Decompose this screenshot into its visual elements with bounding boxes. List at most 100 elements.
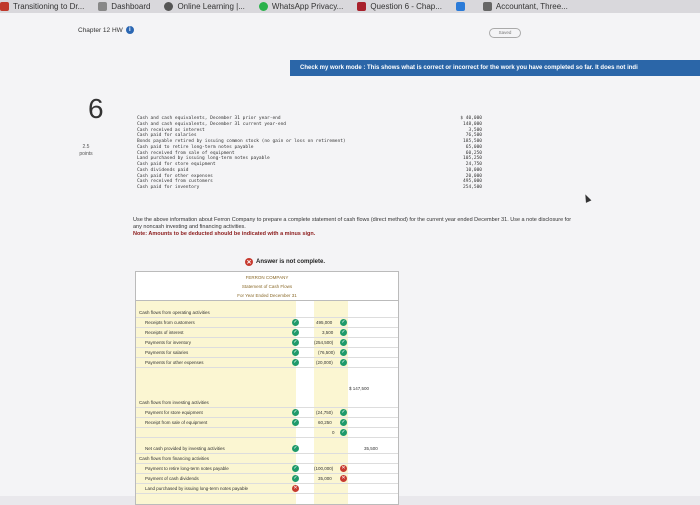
given-label: Cash paid for inventory [137,185,200,190]
row-label: Receipts of interest [145,330,184,335]
question-number: 6 [88,93,104,124]
table-row[interactable]: Receipt from sale of equipment ✓ 60,250 ✓ [136,418,398,428]
statement-title: Statement of Cash Flows [241,284,293,289]
row-label: Payment of cash dividends [145,476,199,481]
statement-period: For Year Ended December 31 [136,292,398,301]
table-row[interactable]: Payment for store equipment ✓ (24,750) ✓ [136,408,398,418]
row-value: 35,000 [318,476,332,481]
points-info: 2.5 points [78,144,94,158]
check-icon: ✓ [292,465,299,472]
bookmark-accountant[interactable]: Accountant, Three... [482,2,568,11]
chapter-title: Chapter 12 HW i [78,26,134,34]
check-icon: ✓ [340,359,347,366]
financing-header-row: Cash flows from financing activities [136,454,398,464]
points-value: 2.5 [82,144,90,150]
operating-header: Cash flows from operating activities [139,310,210,315]
check-my-work-banner: Check my work mode : This shows what is … [290,60,700,76]
check-icon: ✓ [340,319,347,326]
instructions-text: Use the above information about Ferron C… [133,217,572,230]
table-row[interactable]: Payments for salaries ✓ (76,500) ✓ [136,348,398,358]
bookmark-label: Online Learning |... [177,2,245,11]
check-icon: ✓ [292,359,299,366]
bookmark-c[interactable] [455,2,469,11]
bookmark-dashboard[interactable]: Dashboard [98,2,150,11]
bookmarks-bar: Transitioning to Dr... Dashboard Online … [0,0,700,13]
answer-status-text: Answer is not complete. [256,259,326,265]
table-row[interactable]: Receipts from customers ✓ 495,000 ✓ [136,318,398,328]
row-value: (20,000) [316,360,333,365]
row-label: Land purchased by issuing long-term note… [145,486,249,491]
table-row[interactable]: Payment of cash dividends ✓ 35,000 ✕ [136,474,398,484]
incorrect-icon: ✕ [245,258,253,266]
answer-status: ✕ Answer is not complete. [245,258,325,266]
check-icon: ✓ [292,319,299,326]
m-icon [357,2,367,11]
info-icon[interactable]: i [125,26,134,34]
row-label: Payment for store equipment [145,410,203,415]
row-value: 60,250 [318,420,332,425]
pq-icon [482,2,492,11]
check-icon: ✓ [292,349,299,356]
mouse-cursor-icon [582,193,592,203]
check-icon: ✓ [292,475,299,482]
table-row[interactable]: Payments for other expenses ✓ (20,000) ✓ [136,358,398,368]
row-value: (254,500) [314,340,334,345]
operating-header-row: Cash flows from operating activities [136,308,398,318]
table-row[interactable]: 0 ✓ [136,428,398,438]
bookmark-label: Question 6 - Chap... [370,2,442,11]
bookmark-transitioning[interactable]: Transitioning to Dr... [0,2,84,11]
statement-company: FERRON COMPANY [245,275,289,280]
bookmark-icon [0,2,9,11]
table-row[interactable]: Land purchased by issuing long-term note… [136,484,398,494]
saved-badge: Saved [489,28,521,38]
row-label: Receipt from sale of equipment [145,420,208,425]
dashboard-icon [98,2,108,11]
c-icon [455,2,465,11]
investing-total-row: Net cash provided by investing activitie… [136,444,398,454]
instructions: Use the above information about Ferron C… [133,217,578,238]
operating-total: $ 147,500 [349,386,370,391]
row-value: (24,750) [316,410,333,415]
points-label: points [79,151,93,157]
bookmark-label: Transitioning to Dr... [13,2,85,11]
check-icon: ✓ [292,329,299,336]
cash-flow-statement: FERRON COMPANY Statement of Cash Flows F… [135,271,399,505]
homework-page: Chapter 12 HW i Saved Check my work mode… [0,13,700,505]
row-value: 3,500 [322,330,334,335]
check-icon: ✓ [340,339,347,346]
bookmark-label: Dashboard [111,2,151,11]
row-value: 0 [332,430,335,435]
row-label: Payments for inventory [145,340,192,345]
row-value: 495,000 [316,320,333,325]
incorrect-icon: ✕ [292,485,299,492]
check-icon: ✓ [292,409,299,416]
given-data-row: Cash paid for inventory 254,500 [137,185,482,191]
chapter-label: Chapter 12 HW [78,26,123,34]
investing-header-row: Cash flows from investing activities [136,398,398,408]
bookmark-question-6[interactable]: Question 6 - Chap... [357,2,442,11]
table-row[interactable]: Payments for inventory ✓ (254,500) ✓ [136,338,398,348]
given-data-table: Cash and cash equivalents, December 31 p… [137,116,482,191]
row-value: (76,500) [318,350,335,355]
given-value: 254,500 [463,185,482,190]
investing-total: 35,500 [364,446,378,451]
row-label: Payments for salaries [145,350,189,355]
bookmark-label: WhatsApp Privacy... [271,2,344,11]
incorrect-icon: ✕ [340,465,347,472]
bookmark-whatsapp[interactable]: WhatsApp Privacy... [258,2,344,11]
row-label: Payments for other expenses [145,360,204,365]
financing-header: Cash flows from financing activities [139,456,210,461]
table-row[interactable]: Receipts of interest ✓ 3,500 ✓ [136,328,398,338]
compass-icon [164,2,174,11]
investing-header: Cash flows from investing activities [139,400,209,405]
check-icon: ✓ [292,419,299,426]
incorrect-icon: ✕ [340,475,347,482]
row-label: Receipts from customers [145,320,195,325]
bookmark-online-learning[interactable]: Online Learning |... [164,2,245,11]
check-icon: ✓ [340,429,347,436]
table-row[interactable]: Payment to retire long-term notes payabl… [136,464,398,474]
check-icon: ✓ [292,445,299,452]
whatsapp-icon [258,2,268,11]
check-icon: ✓ [340,419,347,426]
row-label: Payment to retire long-term notes payabl… [145,466,229,471]
